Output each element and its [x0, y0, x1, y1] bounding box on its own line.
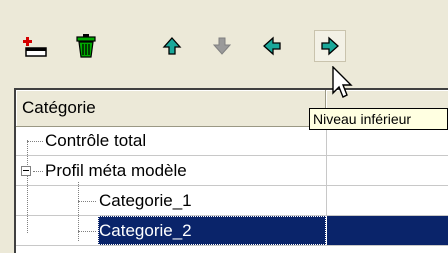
add-category-icon [23, 33, 49, 59]
arrow-down-icon [212, 36, 232, 56]
column-header-category[interactable]: Catégorie [16, 90, 326, 126]
arrow-up-icon [162, 36, 182, 56]
add-category-button[interactable] [20, 30, 52, 62]
move-down-button[interactable] [206, 30, 238, 62]
delete-button[interactable] [70, 30, 102, 62]
selection-highlight [327, 216, 448, 245]
trash-icon [73, 33, 99, 59]
tree-row[interactable]: Categorie_1 [16, 186, 448, 216]
tree-row-selected[interactable]: Categorie_2 [16, 216, 448, 246]
tree-item-label: Categorie_2 [99, 221, 192, 240]
collapse-icon[interactable] [21, 166, 31, 176]
tooltip: Niveau inférieur [309, 108, 448, 130]
move-up-button[interactable] [156, 30, 188, 62]
move-left-button[interactable] [256, 30, 288, 62]
cell-divider [326, 156, 327, 186]
cell-divider [326, 186, 327, 216]
tree-item-label: Contrôle total [45, 131, 147, 150]
arrow-left-icon [262, 36, 282, 56]
tree-row[interactable]: Profil méta modèle [16, 156, 448, 186]
arrow-right-icon [320, 36, 340, 56]
tree-item-label: Categorie_1 [99, 191, 192, 210]
mouse-pointer-icon [332, 65, 354, 107]
tree-row[interactable]: Contrôle total [16, 126, 448, 156]
cell-divider [326, 126, 327, 156]
tree-item-label: Profil méta modèle [45, 161, 187, 180]
window: Catégorie Contrôle total Profil méta mod… [0, 0, 448, 253]
move-right-button[interactable] [314, 30, 346, 62]
